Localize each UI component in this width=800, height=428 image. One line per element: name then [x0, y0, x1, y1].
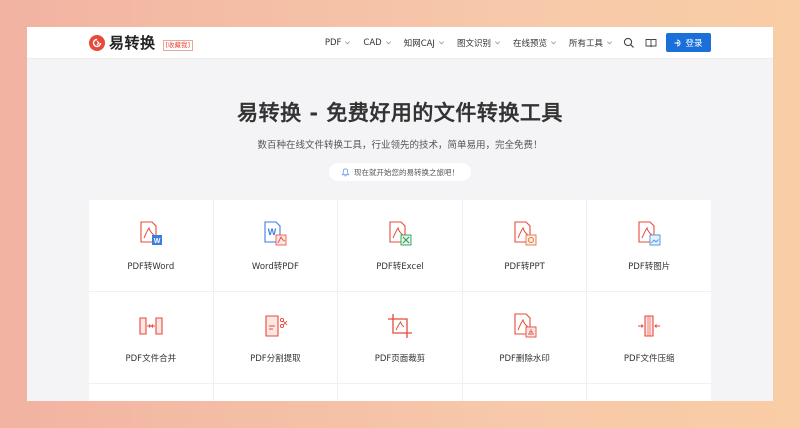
book-icon[interactable]	[645, 37, 657, 49]
tool-grid-filler	[338, 384, 462, 401]
word-to-pdf-icon: W	[264, 221, 287, 246]
chevron-down-icon	[494, 41, 500, 45]
main-nav: PDF CAD 知网CAJ 图文识别 在线预览 所有工具 登录	[313, 33, 711, 52]
logo-icon	[89, 34, 105, 51]
svg-text:W: W	[153, 238, 160, 245]
chevron-down-icon	[438, 41, 444, 45]
browser-viewport: 易转换 [收藏我] PDF CAD 知网CAJ 图文识别 在线预览 所有工具 登…	[27, 27, 773, 401]
nav-item-cad[interactable]: CAD	[363, 38, 391, 48]
tool-grid-filler	[462, 384, 587, 401]
nav-item-online-preview[interactable]: 在线预览	[513, 37, 557, 49]
pdf-split-icon	[265, 315, 288, 337]
nav-item-pdf[interactable]: PDF	[325, 38, 352, 48]
pdf-to-image-icon	[638, 221, 661, 246]
tool-pdf-to-image[interactable]: PDF转图片	[587, 200, 711, 291]
pdf-compress-icon	[638, 315, 661, 337]
chevron-down-icon	[385, 41, 391, 45]
start-banner[interactable]: 现在就开始您的易转换之旅吧！	[329, 163, 471, 181]
pdf-remove-watermark-icon	[514, 313, 537, 338]
tool-grid-filler	[89, 384, 213, 401]
tool-pdf-crop[interactable]: PDF页面裁剪	[338, 292, 462, 383]
tool-grid-filler	[587, 384, 711, 401]
tool-pdf-split[interactable]: PDF分割提取	[213, 292, 338, 383]
pdf-to-excel-icon	[389, 221, 412, 246]
brand-name: 易转换	[109, 34, 156, 52]
login-button[interactable]: 登录	[666, 33, 711, 52]
search-icon[interactable]	[623, 37, 635, 49]
pdf-merge-icon	[139, 317, 163, 335]
nav-item-all-tools[interactable]: 所有工具	[569, 37, 613, 49]
tool-pdf-to-ppt[interactable]: PDF转PPT	[462, 200, 587, 291]
pdf-to-word-icon: W	[140, 221, 162, 245]
nav-item-ocr[interactable]: 图文识别	[457, 37, 501, 49]
svg-text:W: W	[268, 227, 277, 237]
pdf-to-ppt-icon	[514, 221, 537, 246]
tool-grid-filler	[213, 384, 338, 401]
chevron-down-icon	[550, 41, 556, 45]
chevron-down-icon	[607, 41, 612, 45]
tool-pdf-to-word[interactable]: W PDF转Word	[89, 200, 213, 291]
bookmark-link[interactable]: [收藏我]	[162, 39, 194, 51]
top-navigation-bar: 易转换 [收藏我] PDF CAD 知网CAJ 图文识别 在线预览 所有工具 登…	[27, 27, 773, 59]
page-subtitle: 数百种在线文件转换工具，行业领先的技术，简单易用，完全免费！	[257, 140, 543, 151]
login-icon	[674, 39, 681, 46]
tool-pdf-merge[interactable]: PDF文件合并	[89, 292, 213, 383]
chevron-down-icon	[345, 41, 351, 45]
tool-pdf-to-excel[interactable]: PDF转Excel	[338, 200, 462, 291]
page-title: 易转换 - 免费好用的文件转换工具	[237, 101, 563, 125]
nav-item-cnki-caj[interactable]: 知网CAJ	[404, 37, 445, 49]
tool-pdf-remove-watermark[interactable]: PDF删除水印	[462, 292, 587, 383]
pdf-crop-icon	[387, 314, 412, 338]
bell-icon	[341, 168, 350, 176]
tool-grid: W PDF转Word W Word转PDF PDF转Excel PDF转PPT …	[89, 200, 711, 401]
brand[interactable]: 易转换 [收藏我]	[89, 32, 194, 53]
tool-pdf-compress[interactable]: PDF文件压缩	[587, 292, 711, 383]
hero-section: 易转换 - 免费好用的文件转换工具 数百种在线文件转换工具，行业领先的技术，简单…	[27, 97, 773, 181]
tool-word-to-pdf[interactable]: W Word转PDF	[213, 200, 338, 291]
